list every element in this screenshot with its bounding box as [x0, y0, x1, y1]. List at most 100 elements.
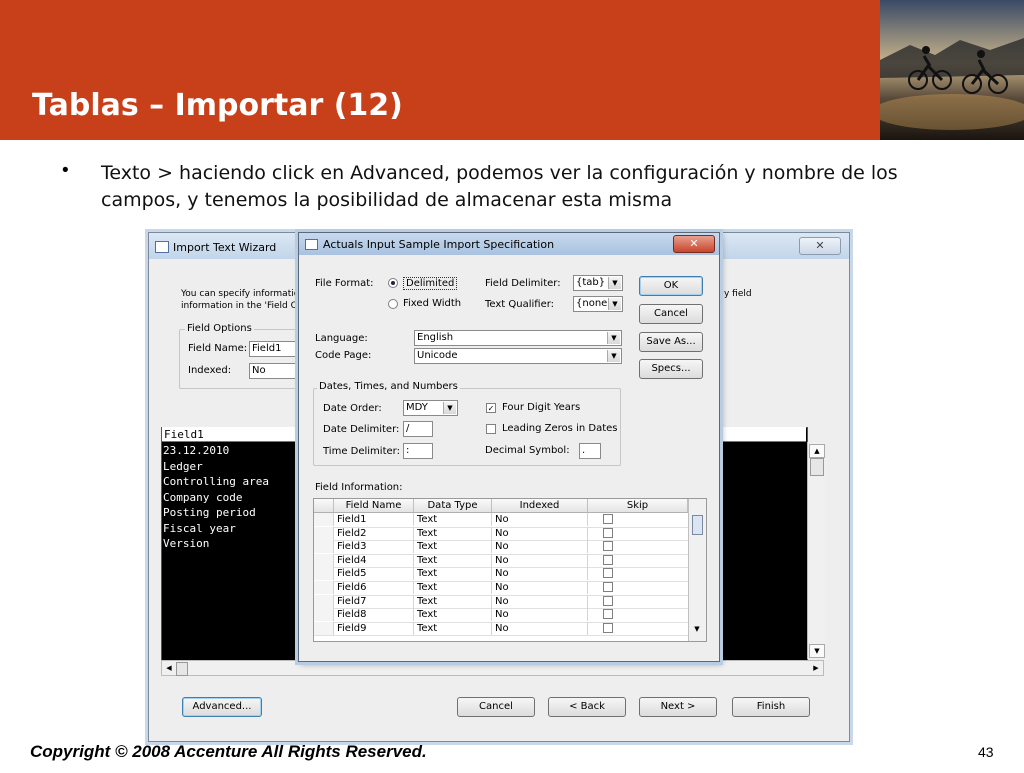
row-selector[interactable] [314, 526, 334, 540]
chevron-down-icon[interactable]: ▼ [608, 298, 621, 310]
grid-cell-field-name[interactable]: Field4 [334, 553, 414, 567]
finish-button[interactable]: Finish [732, 697, 810, 717]
grid-row[interactable]: Field5 Text No [314, 567, 688, 582]
grid-row[interactable]: Field2 Text No [314, 526, 688, 542]
chevron-down-icon[interactable]: ▼ [608, 277, 621, 289]
grid-cell-indexed[interactable]: No [492, 594, 588, 608]
language-select[interactable]: English ▼ [414, 330, 622, 346]
grid-cell-data-type[interactable]: Text [414, 513, 492, 526]
grid-cell-indexed[interactable]: No [492, 608, 588, 622]
scroll-up-arrow-icon[interactable]: ▲ [809, 444, 825, 458]
leading-zeros-label[interactable]: Leading Zeros in Dates [502, 423, 617, 434]
chevron-down-icon[interactable]: ▼ [607, 350, 620, 362]
specs-button[interactable]: Specs... [639, 359, 703, 379]
skip-checkbox[interactable] [603, 554, 613, 565]
scroll-right-arrow-icon[interactable]: ▶ [810, 662, 822, 674]
skip-checkbox[interactable] [603, 582, 613, 592]
decimal-symbol-input[interactable]: . [579, 443, 601, 459]
grid-row[interactable]: Field4 Text No [314, 553, 688, 569]
grid-cell-indexed[interactable]: No [492, 621, 588, 635]
grid-cell-data-type[interactable]: Text [414, 567, 492, 581]
h-scroll-thumb[interactable] [176, 662, 188, 676]
ok-button[interactable]: OK [639, 276, 703, 296]
code-page-select[interactable]: Unicode ▼ [414, 348, 622, 364]
date-delimiter-input[interactable]: / [403, 421, 433, 437]
grid-row[interactable]: Field7 Text No [314, 594, 688, 610]
row-selector[interactable] [314, 581, 334, 594]
grid-header-data-type[interactable]: Data Type [414, 499, 492, 513]
grid-cell-field-name[interactable]: Field2 [334, 526, 414, 540]
grid-cell-data-type[interactable]: Text [414, 581, 492, 594]
preview-vertical-scrollbar[interactable]: ▲ ▼ [807, 442, 825, 659]
fixed-width-radio[interactable] [388, 299, 398, 309]
grid-cell-data-type[interactable]: Text [414, 553, 492, 567]
skip-checkbox[interactable] [603, 622, 613, 633]
skip-checkbox[interactable] [603, 541, 613, 552]
grid-row[interactable]: Field9 Text No [314, 621, 688, 637]
skip-checkbox[interactable] [603, 514, 613, 524]
close-icon[interactable]: ✕ [673, 235, 715, 253]
text-qualifier-select[interactable]: {none} ▼ [573, 296, 623, 312]
row-selector[interactable] [314, 608, 334, 622]
wizard-cancel-button[interactable]: Cancel [457, 697, 535, 717]
scroll-down-arrow-icon[interactable]: ▼ [689, 625, 705, 633]
grid-cell-indexed[interactable]: No [492, 567, 588, 581]
grid-cell-data-type[interactable]: Text [414, 608, 492, 622]
chevron-down-icon[interactable]: ▼ [607, 332, 620, 344]
wizard-close-button[interactable]: ✕ [799, 237, 841, 255]
scroll-thumb[interactable] [810, 458, 824, 476]
grid-cell-indexed[interactable]: No [492, 513, 588, 526]
grid-header-indexed[interactable]: Indexed [492, 499, 588, 513]
grid-scroll-thumb[interactable] [692, 515, 703, 535]
skip-checkbox[interactable] [603, 609, 613, 620]
grid-cell-data-type[interactable]: Text [414, 594, 492, 608]
grid-row[interactable]: Field1 Text No [314, 513, 688, 528]
grid-cell-field-name[interactable]: Field9 [334, 621, 414, 635]
chevron-down-icon[interactable]: ▼ [443, 402, 456, 414]
grid-cell-field-name[interactable]: Field1 [334, 513, 414, 526]
delimited-radio[interactable] [388, 278, 398, 288]
row-selector[interactable] [314, 553, 334, 567]
row-selector[interactable] [314, 540, 334, 554]
grid-row[interactable]: Field8 Text No [314, 608, 688, 623]
skip-checkbox[interactable] [603, 527, 613, 538]
row-selector[interactable] [314, 594, 334, 608]
time-delimiter-input[interactable]: : [403, 443, 433, 459]
grid-cell-field-name[interactable]: Field8 [334, 608, 414, 622]
save-as-button[interactable]: Save As... [639, 332, 703, 352]
back-button[interactable]: < Back [548, 697, 626, 717]
next-button[interactable]: Next > [639, 697, 717, 717]
scroll-down-arrow-icon[interactable]: ▼ [809, 644, 825, 658]
field-delimiter-select[interactable]: {tab} ▼ [573, 275, 623, 291]
row-selector[interactable] [314, 513, 334, 526]
leading-zeros-checkbox[interactable] [486, 424, 496, 434]
grid-vertical-scrollbar[interactable]: ▼ [688, 499, 706, 641]
grid-corner[interactable] [314, 499, 334, 513]
four-digit-years-checkbox[interactable]: ✓ [486, 403, 496, 413]
date-order-select[interactable]: MDY ▼ [403, 400, 458, 416]
dialog-cancel-button[interactable]: Cancel [639, 304, 703, 324]
grid-row[interactable]: Field6 Text No [314, 581, 688, 596]
grid-row[interactable]: Field3 Text No [314, 540, 688, 555]
grid-cell-field-name[interactable]: Field7 [334, 594, 414, 608]
grid-cell-field-name[interactable]: Field6 [334, 581, 414, 594]
field-information-grid[interactable]: Field Name Data Type Indexed Skip ▼ Fiel… [313, 498, 707, 642]
preview-horizontal-scrollbar[interactable]: ◀ ▶ [161, 660, 824, 676]
grid-header-field-name[interactable]: Field Name [334, 499, 414, 513]
fixed-width-label[interactable]: Fixed Width [403, 298, 461, 309]
row-selector[interactable] [314, 621, 334, 635]
grid-cell-data-type[interactable]: Text [414, 621, 492, 635]
delimited-label[interactable]: Delimited [403, 277, 458, 290]
grid-cell-field-name[interactable]: Field5 [334, 567, 414, 581]
grid-cell-data-type[interactable]: Text [414, 540, 492, 554]
grid-cell-indexed[interactable]: No [492, 553, 588, 567]
skip-checkbox[interactable] [603, 595, 613, 606]
row-selector[interactable] [314, 567, 334, 581]
grid-cell-data-type[interactable]: Text [414, 526, 492, 540]
grid-cell-indexed[interactable]: No [492, 581, 588, 594]
grid-cell-field-name[interactable]: Field3 [334, 540, 414, 554]
advanced-button[interactable]: Advanced... [182, 697, 262, 717]
grid-cell-indexed[interactable]: No [492, 540, 588, 554]
grid-cell-indexed[interactable]: No [492, 526, 588, 540]
skip-checkbox[interactable] [603, 568, 613, 579]
